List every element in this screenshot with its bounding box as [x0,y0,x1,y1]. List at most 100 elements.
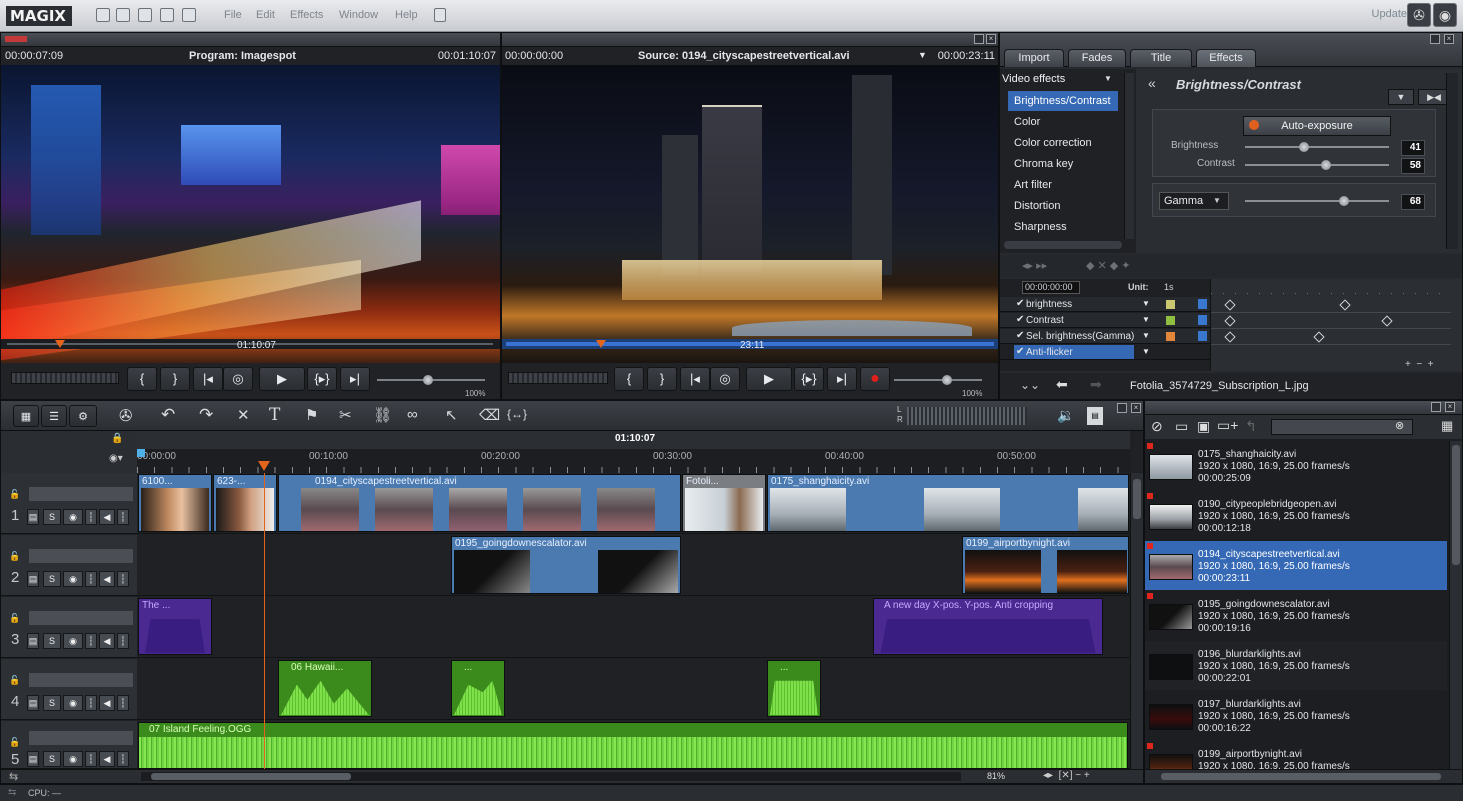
title-clip[interactable]: The ... [138,598,212,655]
menu-edit[interactable]: Edit [256,9,275,21]
media-item[interactable]: 0196_blurdarklights.avi 1920 x 1080, 16:… [1145,641,1447,690]
kf-row-brightness[interactable]: ✔ brightness ▼ [1000,297,1210,312]
back-icon[interactable]: ↰ [1245,418,1257,435]
save-icon[interactable]: ▣ [1197,418,1210,435]
eraser-icon[interactable]: ⌫ [479,406,500,424]
maximize-button[interactable] [974,34,984,44]
maximize-button[interactable] [1430,34,1440,44]
audio-clip[interactable]: 06 Hawaii... [278,660,372,717]
title-clip[interactable]: A new day X-pos. Y-pos. Anti cropping [873,598,1103,655]
gamma-slider[interactable] [1245,196,1389,206]
help-pointer-icon[interactable] [182,8,196,22]
track-name-field[interactable] [29,487,133,501]
cut-icon[interactable]: ✂ [339,406,352,424]
settings-scrollbar[interactable] [1446,73,1458,249]
fx-color-correction[interactable]: Color correction [1008,133,1118,153]
loop-button[interactable]: ◎ [223,367,253,391]
fx-distortion[interactable]: Distortion [1008,196,1118,216]
video-clip[interactable]: 0199_airportbynight.avi [962,536,1129,594]
solo-button[interactable]: S [43,751,61,767]
playhead-marker-icon[interactable] [596,340,606,348]
mark-out-button[interactable]: } [647,367,677,391]
grid-view-icon[interactable]: ▦ [1441,418,1453,434]
clear-search-icon[interactable]: ⊗ [1395,419,1404,432]
audio-clip[interactable]: ... [451,660,505,717]
audio-clip[interactable]: 07 Island Feeling.OGG [138,722,1128,769]
chevron-down-icon[interactable]: ▼ [1104,74,1112,83]
media-item[interactable]: 0194_cityscapestreetvertical.avi 1920 x … [1145,541,1447,590]
mute-button[interactable]: ◀ [99,571,115,587]
kf-unit[interactable]: 1s [1164,282,1174,292]
range-start-marker[interactable] [137,449,145,457]
keyframe-marker[interactable] [1313,331,1325,343]
image-clip[interactable]: Fotoli... [682,474,766,532]
lock-icon[interactable]: 🔓 [9,551,20,562]
back-arrow-icon[interactable]: ⬅ [1056,376,1068,393]
visibility-button[interactable]: ◉ [63,751,83,767]
keyframe-marker[interactable] [1381,315,1393,327]
record-arm-button[interactable]: ┆ [85,633,97,649]
effects-category[interactable]: Video effects [1002,73,1065,85]
menu-file[interactable]: File [224,9,242,21]
timeline-mode-icon[interactable]: ⚙ [69,405,97,427]
tab-fades[interactable]: Fades [1068,49,1126,67]
mute-button[interactable]: ◀ [99,509,115,525]
record-arm-button[interactable]: ┆ [85,695,97,711]
maximize-button[interactable] [1431,402,1441,412]
record-arm-button[interactable]: ┆ [85,751,97,767]
marker-flag-icon[interactable]: ⚑ [305,406,318,424]
keyframe-marker[interactable] [1224,315,1236,327]
fx-art-filter[interactable]: Art filter [1008,175,1118,195]
close-button[interactable]: × [1131,403,1141,413]
video-clip[interactable]: 0194_cityscapestreetvertical.avi [278,474,681,532]
mixer-icon[interactable]: ▤ [1087,407,1103,425]
video-clip[interactable]: 623-... [213,474,277,532]
zoom-controls[interactable]: + − + [1405,359,1434,370]
video-clip[interactable]: 0195_goingdownescalator.avi [451,536,681,594]
save-icon[interactable] [138,8,152,22]
preset-dropdown-icon[interactable]: ▼ [1388,89,1414,105]
tab-effects[interactable]: Effects [1196,49,1256,67]
unlink-icon[interactable]: ∞ [407,406,418,423]
kf-nav-icon[interactable]: ◂▸ ▸▸ [1022,259,1047,272]
timeline-zoom[interactable]: 81% [987,771,1005,781]
play-button[interactable]: ▶ [259,367,305,391]
brightness-value[interactable]: 41 [1401,140,1425,156]
record-arm-button[interactable]: ┆ [85,571,97,587]
track-name-field[interactable] [29,673,133,687]
track-volume-button[interactable]: ┆ [117,571,129,587]
solo-button[interactable]: S [43,695,61,711]
scene-overview-icon[interactable]: ☰ [41,405,67,427]
lock-icon[interactable]: 🔒 [111,433,123,444]
next-marker-button[interactable]: ▸| [340,367,370,391]
media-item[interactable]: 0190_citypeoplebridgeopen.avi 1920 x 108… [1145,491,1447,540]
lock-icon[interactable]: 🔓 [9,489,20,500]
timeline-ruler[interactable]: 01:10:07 00:00:00 00:10:00 00:20:00 00:3… [137,431,1130,473]
volume-slider[interactable] [894,375,982,385]
mute-button[interactable]: ◀ [99,633,115,649]
solo-button[interactable]: S [43,509,61,525]
folder-icon[interactable]: ▭ [1175,418,1188,435]
track-name-field[interactable] [29,549,133,563]
track-menu-button[interactable]: ▤ [27,571,39,587]
gamma-value[interactable]: 68 [1401,194,1425,210]
track-menu-button[interactable]: ▤ [27,633,39,649]
visibility-button[interactable]: ◉ [63,633,83,649]
program-video-frame[interactable] [1,65,500,371]
mark-in-button[interactable]: { [614,367,644,391]
pointer-icon[interactable]: ↖ [445,406,458,424]
keyframe-graph[interactable]: + − + [1210,279,1462,371]
track-volume-button[interactable]: ┆ [117,509,129,525]
video-clip[interactable]: 0175_shanghaicity.avi [767,474,1129,532]
media-item[interactable]: 0175_shanghaicity.avi 1920 x 1080, 16:9,… [1145,441,1447,490]
playhead-marker-icon[interactable] [258,461,270,471]
add-track-icon[interactable]: ⇆ [9,770,18,783]
media-item[interactable]: 0197_blurdarklights.avi 1920 x 1080, 16:… [1145,691,1447,740]
film-reel-icon[interactable]: ✇ [119,406,132,426]
brightness-slider[interactable] [1245,142,1389,152]
volume-slider[interactable] [377,375,485,385]
fx-sharpness[interactable]: Sharpness [1008,217,1118,237]
track-volume-button[interactable]: ┆ [117,695,129,711]
source-video-frame[interactable] [502,65,998,371]
menu-help[interactable]: Help [395,9,418,21]
